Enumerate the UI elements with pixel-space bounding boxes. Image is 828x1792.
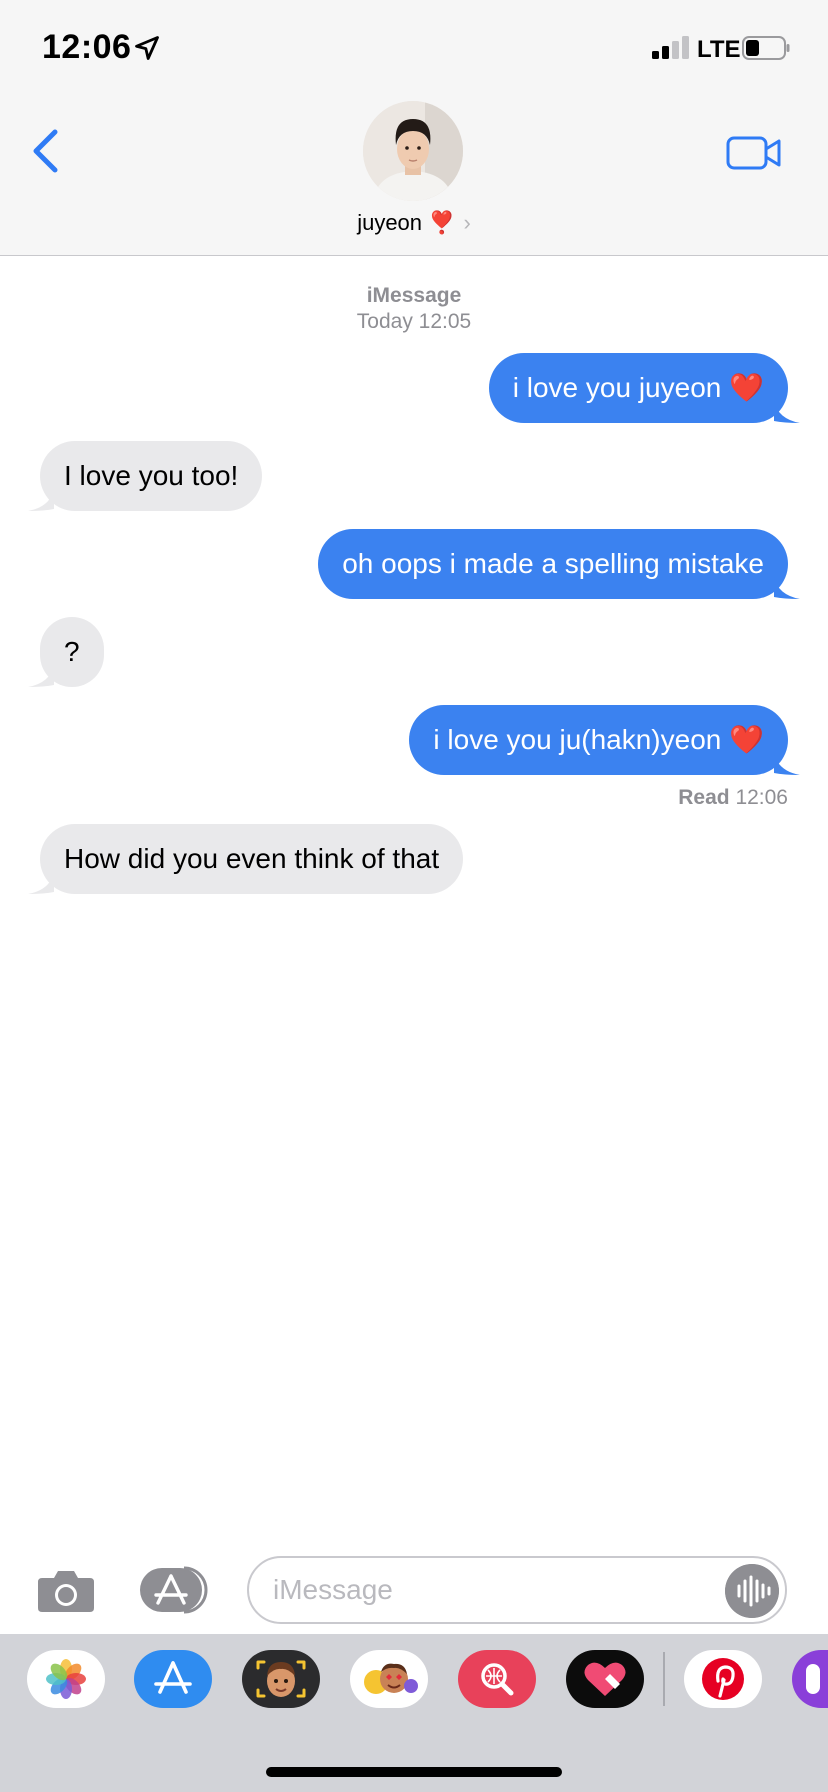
contact-name-row[interactable]: juyeon ❣️ ›	[0, 210, 828, 236]
digital-touch-icon[interactable]	[566, 1650, 644, 1708]
message-bubble-received[interactable]: ?	[28, 617, 104, 687]
network-type: LTE	[697, 36, 741, 63]
message-bubble-received[interactable]: I love you too!	[28, 441, 263, 511]
status-time: 12:06	[42, 28, 132, 66]
message-input-placeholder: iMessage	[273, 1574, 393, 1605]
message-text: ?	[64, 636, 80, 667]
bubble-tail	[28, 872, 54, 894]
pinterest-app-icon[interactable]	[684, 1650, 762, 1708]
read-receipt: Read 12:06	[678, 786, 788, 810]
message-bubble-sent[interactable]: oh oops i made a spelling mistake	[318, 529, 800, 599]
bubble-tail	[774, 577, 800, 599]
message-text: How did you even think of that	[64, 843, 440, 874]
bubble-tail	[28, 489, 54, 511]
photos-app-icon[interactable]	[27, 1650, 105, 1708]
avatar-photo-icon	[363, 101, 463, 201]
bubble-tail	[774, 401, 800, 423]
contact-avatar[interactable]	[363, 101, 463, 201]
navigation-header: 12:06 LTE juyeon ❣️ ›	[0, 0, 828, 256]
conversation-timestamp: Today 12:05	[356, 310, 472, 333]
message-input[interactable]: iMessage	[247, 1556, 787, 1624]
message-text: oh oops i made a spelling mistake	[342, 548, 764, 579]
message-bubble-received[interactable]: How did you even think of that	[28, 824, 464, 894]
location-arrow-icon	[135, 36, 159, 60]
message-text: i love you ju(hakn)yeon ❤️	[433, 724, 764, 755]
search-images-icon[interactable]	[458, 1650, 536, 1708]
read-receipt-label: Read	[678, 786, 730, 809]
memoji-app-icon[interactable]	[242, 1650, 320, 1708]
conversation-header: iMessage Today 12:05	[0, 283, 828, 335]
back-chevron-icon[interactable]	[28, 126, 64, 176]
message-text: i love you juyeon ❤️	[512, 372, 764, 403]
home-indicator[interactable]	[266, 1767, 562, 1777]
contact-name: juyeon	[357, 210, 423, 235]
message-bubble-sent[interactable]: i love you juyeon ❤️	[488, 353, 800, 423]
service-label: iMessage	[366, 284, 462, 307]
message-bubble-sent[interactable]: i love you ju(hakn)yeon ❤️	[409, 705, 800, 775]
camera-icon[interactable]	[36, 1566, 96, 1614]
bubble-tail	[774, 753, 800, 775]
video-camera-icon[interactable]	[726, 134, 782, 172]
animoji-stickers-icon[interactable]	[350, 1650, 428, 1708]
message-text: I love you too!	[64, 460, 239, 491]
read-receipt-time: 12:06	[735, 786, 788, 809]
app-store-drawer-icon[interactable]	[134, 1650, 212, 1708]
bubble-tail	[28, 665, 54, 687]
cellular-signal-icon	[652, 36, 689, 59]
audio-waveform-icon[interactable]	[725, 1564, 779, 1618]
app-store-icon[interactable]	[138, 1566, 214, 1614]
chevron-right-icon: ›	[463, 210, 471, 235]
contact-emoji: ❣️	[428, 210, 456, 235]
battery-icon	[742, 36, 790, 60]
app-drawer-divider	[663, 1652, 665, 1706]
